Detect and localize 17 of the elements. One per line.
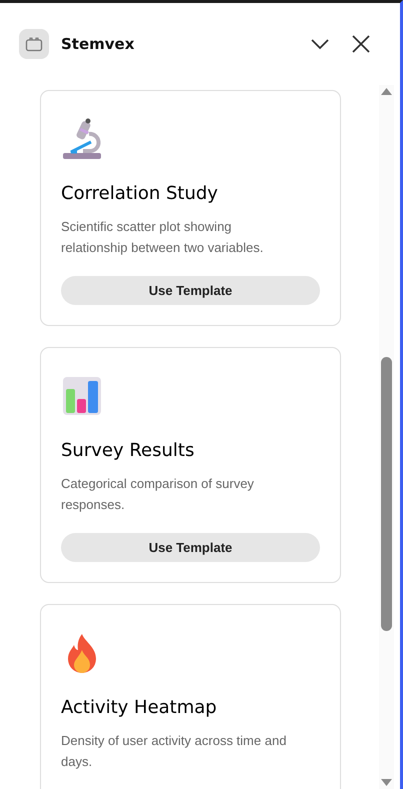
scrollbar[interactable]	[379, 85, 394, 789]
template-description: Scientific scatter plot showing relationship between two variables.	[61, 218, 264, 257]
app-logo-icon	[19, 29, 49, 59]
microscope-icon	[61, 118, 103, 160]
chevron-down-icon[interactable]	[310, 38, 330, 50]
use-template-button[interactable]: Use Template	[61, 533, 320, 562]
template-description: Density of user activity across time and days.	[61, 732, 288, 771]
scroll-up-icon[interactable]	[381, 88, 392, 95]
template-title: Correlation Study	[61, 183, 219, 204]
template-title: Survey Results	[61, 440, 196, 461]
bar-chart-icon	[61, 375, 103, 417]
close-icon[interactable]	[352, 35, 370, 53]
template-description: Categorical comparison of survey responses.	[61, 475, 255, 514]
app-title: Stemvex	[61, 35, 136, 53]
scroll-down-icon[interactable]	[381, 779, 392, 786]
template-title: Activity Heatmap	[61, 697, 218, 718]
use-template-button[interactable]: Use Template	[61, 276, 320, 305]
